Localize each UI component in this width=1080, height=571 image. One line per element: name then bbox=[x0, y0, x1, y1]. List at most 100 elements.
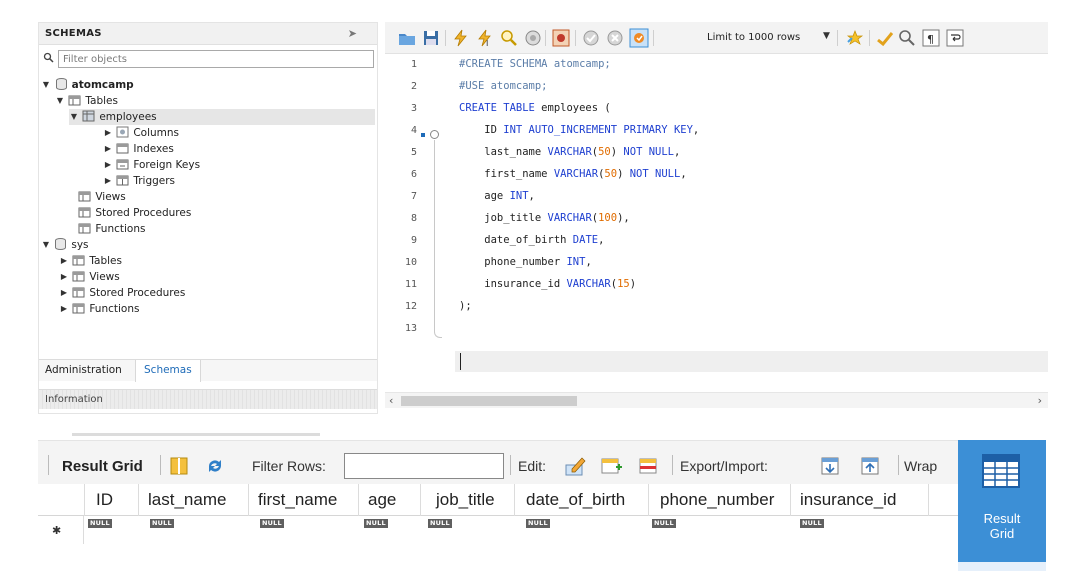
search-icon bbox=[43, 52, 54, 63]
code-area[interactable]: 1 2 3 4 5 6 7 8 9 10 11 12 13 #CREATE SC… bbox=[385, 54, 1048, 386]
scrollbar-thumb[interactable] bbox=[401, 396, 577, 406]
tree-triggers[interactable]: ▶ Triggers bbox=[103, 173, 175, 189]
navigator-tabs: Administration Schemas bbox=[39, 359, 377, 382]
tab-schemas[interactable]: Schemas bbox=[135, 360, 201, 382]
tree-sys-stored-procedures[interactable]: ▶ Stored Procedures bbox=[59, 285, 185, 301]
information-bar[interactable]: Information bbox=[39, 389, 377, 409]
tree-sys-tables[interactable]: ▶ Tables bbox=[59, 253, 122, 269]
fold-toggle-icon[interactable] bbox=[430, 130, 439, 139]
result-toolbar: Result Grid Filter Rows: Edit: Export/Im… bbox=[38, 440, 958, 484]
open-folder-icon[interactable] bbox=[397, 28, 417, 48]
tree-sys-views[interactable]: ▶ Views bbox=[59, 269, 120, 285]
form-editor-icon[interactable] bbox=[168, 455, 190, 477]
import-icon[interactable] bbox=[860, 455, 882, 477]
table-folder-icon bbox=[72, 255, 85, 266]
tree-label: sys bbox=[71, 239, 89, 251]
line-number: 9 bbox=[410, 235, 417, 246]
null-cell[interactable]: NULL bbox=[260, 519, 284, 528]
collapsed-arrow-icon[interactable]: ▶ bbox=[103, 141, 113, 157]
result-grid-title[interactable]: Result Grid bbox=[62, 458, 143, 475]
tree-table-employees[interactable]: ▼ employees bbox=[69, 109, 375, 125]
expanded-arrow-icon[interactable]: ▼ bbox=[55, 93, 65, 109]
execute-icon[interactable] bbox=[451, 28, 471, 48]
tree-views[interactable]: Views bbox=[65, 189, 126, 205]
filter-rows-input[interactable] bbox=[344, 453, 504, 479]
null-cell[interactable]: NULL bbox=[364, 519, 388, 528]
expanded-arrow-icon[interactable]: ▼ bbox=[41, 237, 51, 253]
tree-schema-sys[interactable]: ▼ sys bbox=[41, 237, 89, 253]
collapsed-arrow-icon[interactable]: ▶ bbox=[103, 157, 113, 173]
tree-label: Views bbox=[95, 191, 126, 203]
column-header-id[interactable]: ID bbox=[96, 490, 113, 510]
collapsed-arrow-icon[interactable]: ▶ bbox=[59, 269, 69, 285]
save-icon[interactable] bbox=[421, 28, 441, 48]
null-cell[interactable]: NULL bbox=[526, 519, 550, 528]
tree-sys-functions[interactable]: ▶ Functions bbox=[59, 301, 140, 317]
tree-label: Stored Procedures bbox=[95, 207, 192, 219]
tree-schema-atomcamp[interactable]: ▼ atomcamp bbox=[41, 77, 134, 93]
code-line-10: phone_number INT, bbox=[459, 256, 592, 268]
null-cell[interactable]: NULL bbox=[428, 519, 452, 528]
expanded-arrow-icon[interactable]: ▼ bbox=[41, 77, 51, 93]
column-header-insurance-id[interactable]: insurance_id bbox=[800, 490, 896, 510]
scroll-right-icon[interactable]: › bbox=[1038, 394, 1042, 407]
tree-label: Foreign Keys bbox=[133, 159, 201, 171]
scroll-left-icon[interactable]: ‹ bbox=[389, 394, 393, 407]
collapsed-arrow-icon[interactable]: ▶ bbox=[103, 125, 113, 141]
bookmark-icon[interactable] bbox=[875, 28, 895, 48]
line-number: 1 bbox=[410, 59, 417, 70]
column-header-last-name[interactable]: last_name bbox=[148, 490, 226, 510]
horizontal-scrollbar[interactable]: ‹ › bbox=[385, 392, 1048, 408]
add-row-icon[interactable] bbox=[600, 455, 622, 477]
invisible-chars-icon[interactable]: ¶ bbox=[921, 28, 941, 48]
null-cell[interactable]: NULL bbox=[88, 519, 112, 528]
collapsed-arrow-icon[interactable]: ▶ bbox=[103, 173, 113, 189]
tree-indexes[interactable]: ▶ Indexes bbox=[103, 141, 174, 157]
tree-tables-folder[interactable]: ▼ Tables bbox=[55, 93, 118, 109]
limit-rows-select[interactable]: Limit to 1000 rows bbox=[707, 32, 800, 43]
wrap-icon[interactable] bbox=[945, 28, 965, 48]
result-grid[interactable]: ID last_name first_name age job_title da… bbox=[38, 484, 958, 554]
tree-stored-procedures[interactable]: Stored Procedures bbox=[65, 205, 191, 221]
code-line-5: last_name VARCHAR(50) NOT NULL, bbox=[459, 146, 681, 158]
null-cell[interactable]: NULL bbox=[150, 519, 174, 528]
commit-icon[interactable] bbox=[581, 28, 601, 48]
tab-administration[interactable]: Administration bbox=[45, 364, 122, 376]
procedures-folder-icon bbox=[78, 207, 91, 218]
find-icon[interactable] bbox=[897, 28, 917, 48]
column-header-phone-number[interactable]: phone_number bbox=[660, 490, 774, 510]
autocommit-icon[interactable] bbox=[629, 28, 649, 48]
column-header-first-name[interactable]: first_name bbox=[258, 490, 337, 510]
table-icon bbox=[82, 110, 95, 122]
tree-label: Triggers bbox=[133, 175, 176, 187]
collapsed-arrow-icon[interactable]: ▶ bbox=[59, 301, 69, 317]
beautify-icon[interactable] bbox=[845, 28, 865, 48]
tree-columns[interactable]: ▶ Columns bbox=[103, 125, 179, 141]
tree-functions[interactable]: Functions bbox=[65, 221, 145, 237]
collapsed-arrow-icon[interactable]: ▶ bbox=[59, 285, 69, 301]
explain-icon[interactable] bbox=[499, 28, 519, 48]
svg-text:¶: ¶ bbox=[927, 33, 934, 46]
refresh-icon[interactable] bbox=[204, 455, 226, 477]
column-header-date-of-birth[interactable]: date_of_birth bbox=[526, 490, 625, 510]
execute-current-icon[interactable]: I bbox=[475, 28, 495, 48]
dropdown-arrow-icon[interactable]: ▼ bbox=[823, 31, 830, 41]
wrap-cell-label[interactable]: Wrap bbox=[904, 458, 937, 474]
result-grid-side-button[interactable]: Result Grid bbox=[958, 440, 1046, 562]
column-header-job-title[interactable]: job_title bbox=[436, 490, 495, 510]
collapse-icon[interactable]: ➤ bbox=[348, 27, 357, 40]
column-header-age[interactable]: age bbox=[368, 490, 396, 510]
delete-row-icon[interactable] bbox=[638, 455, 660, 477]
null-cell[interactable]: NULL bbox=[652, 519, 676, 528]
rollback-icon[interactable] bbox=[605, 28, 625, 48]
toggle-output-icon[interactable] bbox=[551, 28, 571, 48]
expanded-arrow-icon[interactable]: ▼ bbox=[69, 109, 79, 125]
filter-objects-input[interactable] bbox=[58, 50, 374, 68]
stop-icon[interactable] bbox=[523, 28, 543, 48]
edit-row-icon[interactable] bbox=[564, 455, 586, 477]
null-cell[interactable]: NULL bbox=[800, 519, 824, 528]
tree-foreign-keys[interactable]: ▶ Foreign Keys bbox=[103, 157, 200, 173]
schema-db-icon bbox=[55, 78, 67, 90]
export-icon[interactable] bbox=[820, 455, 842, 477]
collapsed-arrow-icon[interactable]: ▶ bbox=[59, 253, 69, 269]
